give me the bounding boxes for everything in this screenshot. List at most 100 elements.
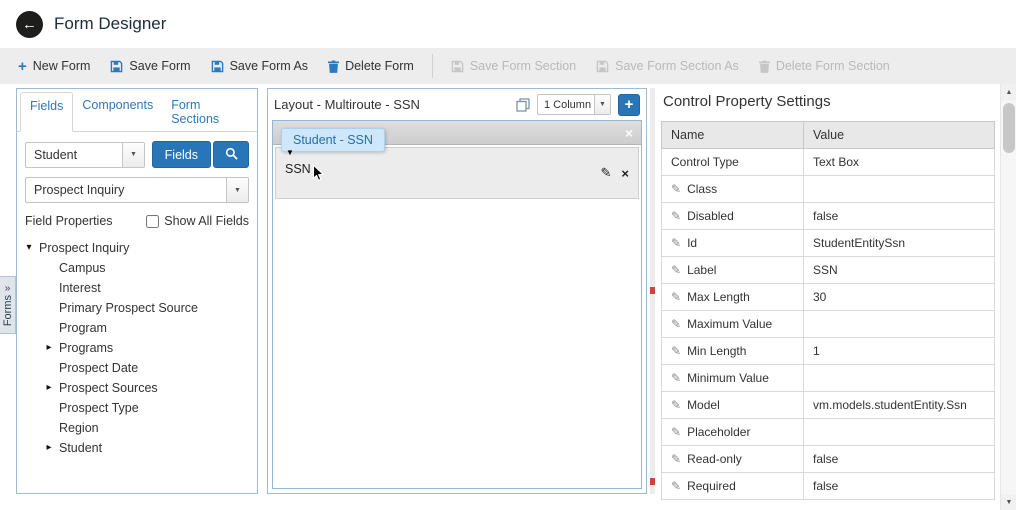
tree-collapsed-icon[interactable]: ▸ — [43, 342, 55, 354]
save-form-as-button[interactable]: Save Form As — [201, 53, 319, 79]
form-dropdown[interactable]: Prospect Inquiry ▼ — [25, 177, 249, 203]
property-value[interactable]: false — [804, 473, 995, 500]
property-name: ✎Placeholder — [662, 419, 804, 446]
property-value[interactable]: false — [804, 203, 995, 230]
save-icon — [110, 60, 123, 73]
new-form-button[interactable]: + New Form — [8, 53, 100, 79]
property-value[interactable] — [804, 419, 995, 446]
copy-layout-icon[interactable] — [516, 98, 530, 112]
tree-item-prospect-date[interactable]: Prospect Date — [23, 358, 251, 378]
property-value[interactable]: vm.models.studentEntity.Ssn — [804, 392, 995, 419]
tree-item-student[interactable]: ▸ Student — [23, 438, 251, 458]
control-property-panel: Control Property Settings Name Value Con… — [661, 90, 995, 510]
edit-pencil-icon: ✎ — [671, 398, 681, 412]
fields-panel: Fields Components Form Sections Student … — [16, 88, 258, 494]
edit-pencil-icon: ✎ — [671, 479, 681, 493]
property-name: ✎Required — [662, 473, 804, 500]
property-value[interactable] — [804, 311, 995, 338]
back-button[interactable]: ← — [16, 11, 43, 38]
property-value[interactable]: SSN — [804, 257, 995, 284]
property-name: ✎Minimum Value — [662, 365, 804, 392]
double-chevron-icon: » — [5, 284, 11, 294]
add-section-button[interactable]: + — [618, 94, 640, 116]
table-row: ✎Read-only false — [662, 446, 995, 473]
left-panel-tabs: Fields Components Form Sections — [17, 89, 257, 132]
layout-panel: Layout - Multiroute - SSN 1 Column ▼ + ×… — [267, 88, 647, 494]
tab-form-sections[interactable]: Form Sections — [162, 92, 254, 132]
chevron-down-icon[interactable]: ▼ — [122, 143, 144, 167]
property-name: ✎Min Length — [662, 338, 804, 365]
show-all-fields-checkbox[interactable] — [146, 215, 159, 228]
property-value[interactable]: false — [804, 446, 995, 473]
entity-row: Student ▼ Fields — [17, 132, 257, 168]
delete-form-button[interactable]: Delete Form — [318, 53, 424, 79]
property-value[interactable]: StudentEntitySsn — [804, 230, 995, 257]
property-name: ✎Label — [662, 257, 804, 284]
plus-icon: + — [625, 97, 634, 112]
field-row-ssn[interactable]: SSN ✎ × — [275, 147, 639, 199]
search-icon — [225, 147, 238, 163]
entity-dropdown-value: Student — [26, 143, 122, 167]
scroll-up-icon[interactable]: ▲ — [1001, 84, 1016, 100]
tree-expanded-icon[interactable]: ▾ — [23, 242, 35, 254]
show-all-fields-control: Show All Fields — [146, 214, 249, 228]
middle-scroll-strip — [650, 88, 655, 494]
tree-item-program[interactable]: Program — [23, 318, 251, 338]
property-name: ✎Read-only — [662, 446, 804, 473]
property-value[interactable] — [804, 365, 995, 392]
search-button[interactable] — [213, 141, 249, 168]
tree-item-region[interactable]: Region — [23, 418, 251, 438]
tree-item-prospect-type[interactable]: Prospect Type — [23, 398, 251, 418]
tree-item-primary-prospect-source[interactable]: Primary Prospect Source — [23, 298, 251, 318]
chevron-down-icon[interactable]: ▼ — [594, 95, 610, 114]
tree-item-prospect-sources[interactable]: ▸ Prospect Sources — [23, 378, 251, 398]
table-row: ✎Placeholder — [662, 419, 995, 446]
property-value[interactable]: Text Box — [804, 149, 995, 176]
drag-chip[interactable]: Student - SSN — [281, 128, 385, 152]
app-header: ← Form Designer — [0, 0, 1016, 48]
fields-tree: ▾ Prospect Inquiry Campus Interest Prima… — [17, 233, 257, 493]
edit-pencil-icon: ✎ — [671, 263, 681, 277]
close-icon[interactable]: × — [625, 126, 633, 140]
page-title: Form Designer — [54, 14, 166, 34]
edit-pencil-icon: ✎ — [671, 452, 681, 466]
edit-pencil-icon: ✎ — [671, 317, 681, 331]
property-name: Control Type — [662, 149, 804, 176]
column-header-name: Name — [662, 122, 804, 149]
scrollbar-thumb[interactable] — [1003, 103, 1015, 153]
property-value[interactable]: 30 — [804, 284, 995, 311]
tree-item-campus[interactable]: Campus — [23, 258, 251, 278]
vertical-scrollbar[interactable]: ▲ ▼ — [1000, 84, 1016, 510]
tree-root[interactable]: ▾ Prospect Inquiry — [23, 238, 251, 258]
fields-button[interactable]: Fields — [152, 141, 211, 168]
tab-fields[interactable]: Fields — [20, 92, 73, 132]
drop-indicator-icon: ▼ — [286, 149, 294, 157]
scroll-marker — [650, 287, 655, 294]
tree-collapsed-icon[interactable]: ▸ — [43, 442, 55, 454]
tab-components[interactable]: Components — [73, 92, 162, 132]
column-dropdown[interactable]: 1 Column ▼ — [537, 94, 611, 115]
layout-panel-header: Layout - Multiroute - SSN 1 Column ▼ + — [268, 89, 646, 120]
table-row: ✎Class — [662, 176, 995, 203]
scroll-down-icon[interactable]: ▼ — [1001, 494, 1016, 510]
layout-title: Layout - Multiroute - SSN — [274, 97, 509, 112]
property-value[interactable] — [804, 176, 995, 203]
chevron-down-icon[interactable]: ▼ — [226, 178, 248, 202]
table-row: ✎Minimum Value — [662, 365, 995, 392]
edit-pencil-icon: ✎ — [671, 236, 681, 250]
property-value[interactable]: 1 — [804, 338, 995, 365]
edit-pencil-icon[interactable]: ✎ — [601, 165, 612, 181]
trash-icon — [759, 60, 770, 73]
tree-collapsed-icon[interactable]: ▸ — [43, 382, 55, 394]
entity-dropdown[interactable]: Student ▼ — [25, 142, 145, 168]
trash-icon — [328, 60, 339, 73]
plus-icon: + — [18, 61, 27, 72]
tree-item-programs[interactable]: ▸ Programs — [23, 338, 251, 358]
delete-x-icon[interactable]: × — [621, 166, 629, 181]
forms-edge-tab[interactable]: » Forms — [0, 276, 16, 334]
tree-item-interest[interactable]: Interest — [23, 278, 251, 298]
field-row-label: SSN — [285, 162, 311, 176]
field-properties-label: Field Properties — [25, 214, 113, 228]
property-name: ✎Model — [662, 392, 804, 419]
save-form-button[interactable]: Save Form — [100, 53, 200, 79]
